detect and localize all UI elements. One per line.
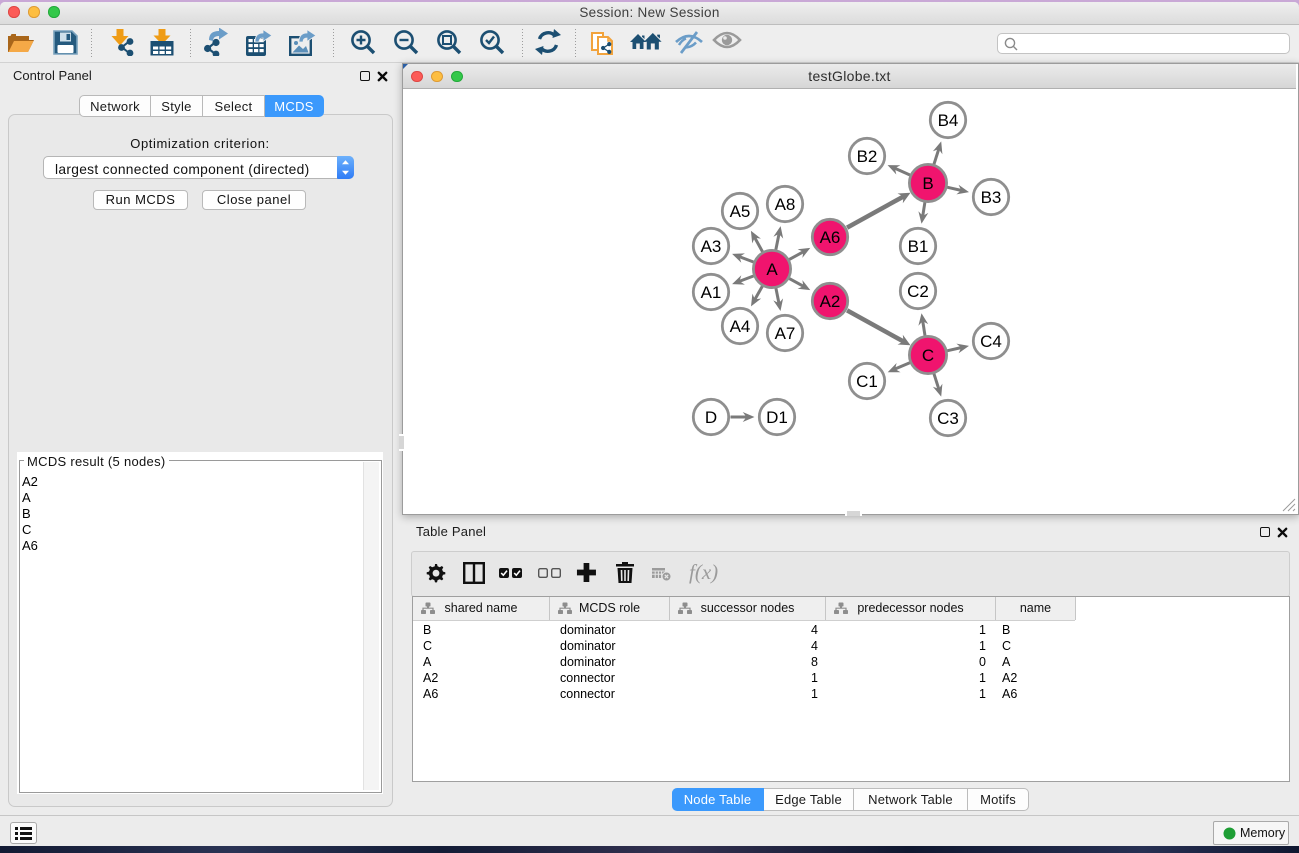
svg-text:B4: B4 [938,111,959,130]
svg-text:A5: A5 [730,202,751,221]
svg-text:A3: A3 [701,237,722,256]
svg-text:A6: A6 [820,228,841,247]
svg-text:C: C [922,346,934,365]
svg-text:B3: B3 [981,188,1002,207]
svg-text:D: D [705,408,717,427]
svg-text:C3: C3 [937,409,959,428]
svg-text:B2: B2 [857,147,878,166]
svg-text:C4: C4 [980,332,1002,351]
svg-text:A4: A4 [730,317,751,336]
svg-text:A8: A8 [775,195,796,214]
svg-text:A2: A2 [820,292,841,311]
svg-text:A: A [766,260,778,279]
svg-text:C1: C1 [856,372,878,391]
svg-text:A1: A1 [701,283,722,302]
svg-text:C2: C2 [907,282,929,301]
svg-text:B1: B1 [908,237,929,256]
svg-text:A7: A7 [775,324,796,343]
svg-text:B: B [922,174,933,193]
svg-text:D1: D1 [766,408,788,427]
